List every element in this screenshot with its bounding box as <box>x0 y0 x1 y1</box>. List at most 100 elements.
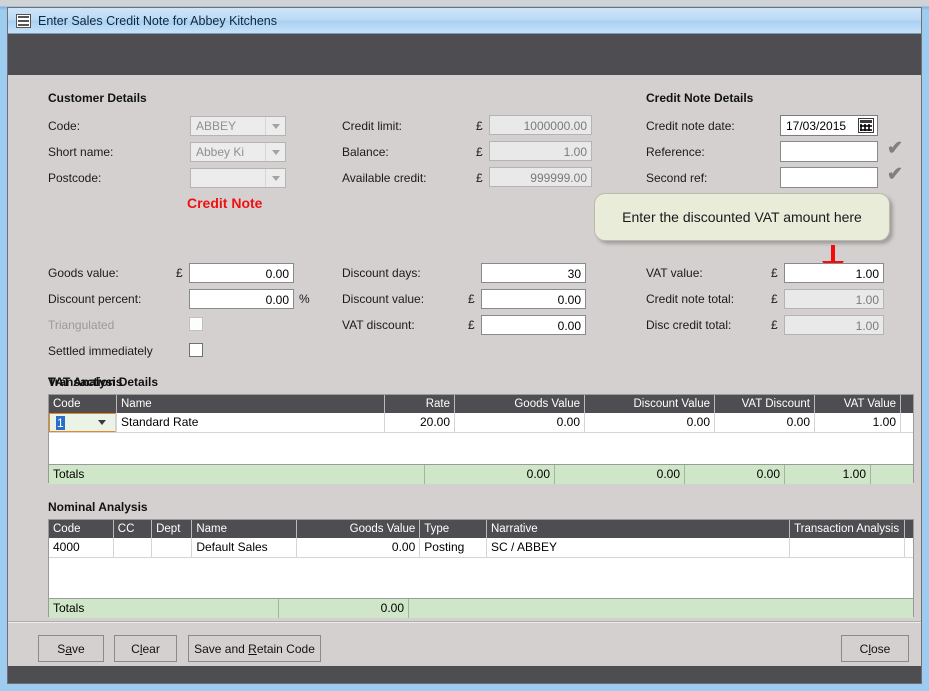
nominal-cell-code[interactable]: 4000 <box>49 538 114 557</box>
vat-discount-label: VAT discount: <box>342 318 415 332</box>
reference-label: Reference: <box>646 145 705 159</box>
vat-cell-goods-value[interactable]: 0.00 <box>455 413 585 432</box>
calendar-icon[interactable] <box>858 118 874 133</box>
vat-cell-vat-discount[interactable]: 0.00 <box>715 413 815 432</box>
vat-cell-discount-value[interactable]: 0.00 <box>585 413 715 432</box>
currency-symbol: £ <box>468 318 475 332</box>
chevron-down-icon[interactable] <box>265 117 285 135</box>
nominal-grid-empty-space <box>49 558 913 598</box>
chevron-down-icon[interactable] <box>93 420 111 425</box>
credit-note-total-field: 1.00 <box>784 289 884 309</box>
credit-limit-label: Credit limit: <box>342 119 403 133</box>
document-type-label: Credit Note <box>187 195 263 211</box>
discount-days-input[interactable]: 30 <box>481 263 586 283</box>
grid-window-icon <box>16 13 31 28</box>
discount-days-label: Discount days: <box>342 266 421 280</box>
vat-cell-code[interactable]: 1 <box>49 413 117 432</box>
nominal-col-type[interactable]: Type <box>420 520 487 538</box>
nominal-col-dept[interactable]: Dept <box>152 520 193 538</box>
vat-totals-gutter <box>871 465 913 484</box>
vat-col-code[interactable]: Code <box>49 395 117 413</box>
chevron-down-icon[interactable] <box>265 169 285 187</box>
nominal-col-cc[interactable]: CC <box>114 520 153 538</box>
credit-note-date-field[interactable]: 17/03/2015 <box>780 115 878 136</box>
nominal-col-name[interactable]: Name <box>192 520 297 538</box>
goods-value-input[interactable]: 0.00 <box>189 263 294 283</box>
nominal-totals-label: Totals <box>49 599 279 618</box>
nominal-col-goods-value[interactable]: Goods Value <box>297 520 421 538</box>
second-ref-input[interactable] <box>780 167 878 188</box>
nominal-totals-goods-value: 0.00 <box>279 599 409 618</box>
nominal-cell-type[interactable]: Posting <box>420 538 487 557</box>
application-window: Enter Sales Credit Note for Abbey Kitche… <box>0 0 929 691</box>
vat-totals-row: Totals 0.00 0.00 0.00 1.00 <box>49 464 913 484</box>
vat-col-discount-value[interactable]: Discount Value <box>585 395 715 413</box>
vat-col-vat-value[interactable]: VAT Value <box>815 395 901 413</box>
currency-symbol: £ <box>468 292 475 306</box>
goods-value-label: Goods value: <box>48 266 119 280</box>
postcode-label: Postcode: <box>48 171 102 185</box>
nominal-col-code[interactable]: Code <box>49 520 114 538</box>
vat-cell-rate[interactable]: 20.00 <box>385 413 455 432</box>
short-name-value: Abbey Ki <box>196 145 245 159</box>
nominal-cell-dept[interactable] <box>152 538 193 557</box>
hint-callout: Enter the discounted VAT amount here <box>594 193 890 241</box>
vat-totals-discount-value: 0.00 <box>555 465 685 484</box>
reference-input[interactable] <box>780 141 878 162</box>
nominal-col-gutter <box>905 520 913 538</box>
currency-symbol: £ <box>771 266 778 280</box>
currency-symbol: £ <box>771 318 778 332</box>
settled-immediately-checkbox[interactable] <box>189 343 203 357</box>
vat-col-name[interactable]: Name <box>117 395 385 413</box>
triangulated-checkbox <box>189 317 203 331</box>
toolbar-band <box>8 34 921 75</box>
vat-col-vat-discount[interactable]: VAT Discount <box>715 395 815 413</box>
nominal-cell-cc[interactable] <box>114 538 153 557</box>
form-content: Customer Details Code: ABBEY Short name:… <box>19 75 914 630</box>
window-frame: Enter Sales Credit Note for Abbey Kitche… <box>7 7 922 684</box>
nominal-col-narrative[interactable]: Narrative <box>487 520 791 538</box>
clear-button[interactable]: Clear <box>114 635 177 662</box>
short-name-combo[interactable]: Abbey Ki <box>190 142 286 162</box>
available-credit-field: 999999.00 <box>489 167 592 187</box>
nominal-cell-transaction-analysis[interactable] <box>790 538 905 557</box>
vat-col-goods-value[interactable]: Goods Value <box>455 395 585 413</box>
discount-value-input[interactable]: 0.00 <box>481 289 586 309</box>
nominal-col-transaction-analysis[interactable]: Transaction Analysis <box>790 520 905 538</box>
balance-label: Balance: <box>342 145 389 159</box>
short-name-label: Short name: <box>48 145 114 159</box>
vat-analysis-heading: VAT Analysis <box>48 375 123 389</box>
title-bar: Enter Sales Credit Note for Abbey Kitche… <box>8 8 921 34</box>
discount-value-label: Discount value: <box>342 292 425 306</box>
code-value: ABBEY <box>196 119 237 133</box>
customer-details-heading: Customer Details <box>48 91 147 105</box>
vat-value-input[interactable]: 1.00 <box>784 263 884 283</box>
discount-percent-input[interactable]: 0.00 <box>189 289 294 309</box>
code-label: Code: <box>48 119 81 133</box>
percent-symbol: % <box>299 292 310 306</box>
vat-totals-vat-discount: 0.00 <box>685 465 785 484</box>
postcode-combo[interactable] <box>190 168 286 188</box>
code-combo[interactable]: ABBEY <box>190 116 286 136</box>
chevron-down-icon[interactable] <box>265 143 285 161</box>
table-row[interactable]: 4000 Default Sales 0.00 Posting SC / ABB… <box>49 538 913 558</box>
hint-callout-text: Enter the discounted VAT amount here <box>622 209 862 225</box>
credit-note-date-value: 17/03/2015 <box>786 118 847 133</box>
disc-credit-total-field: 1.00 <box>784 315 884 335</box>
vat-discount-input[interactable]: 0.00 <box>481 315 586 335</box>
nominal-cell-narrative[interactable]: SC / ABBEY <box>487 538 791 557</box>
save-and-retain-code-button[interactable]: Save and Retain Code <box>188 635 321 662</box>
table-row[interactable]: 1 Standard Rate 20.00 0.00 0.00 0.00 1.0… <box>49 413 913 433</box>
vat-cell-name[interactable]: Standard Rate <box>117 413 385 432</box>
vat-col-rate[interactable]: Rate <box>385 395 455 413</box>
vat-cell-vat-value[interactable]: 1.00 <box>815 413 901 432</box>
status-bar <box>8 666 921 683</box>
nominal-cell-name[interactable]: Default Sales <box>192 538 297 557</box>
vat-value-label: VAT value: <box>646 266 703 280</box>
vat-code-combo[interactable]: 1 <box>49 413 116 432</box>
save-button[interactable]: Save <box>38 635 104 662</box>
close-button[interactable]: Close <box>841 635 909 662</box>
save-and-retain-code-button-label: Save and Retain Code <box>194 641 315 656</box>
nominal-cell-goods-value[interactable]: 0.00 <box>297 538 421 557</box>
settled-immediately-label: Settled immediately <box>48 344 153 358</box>
